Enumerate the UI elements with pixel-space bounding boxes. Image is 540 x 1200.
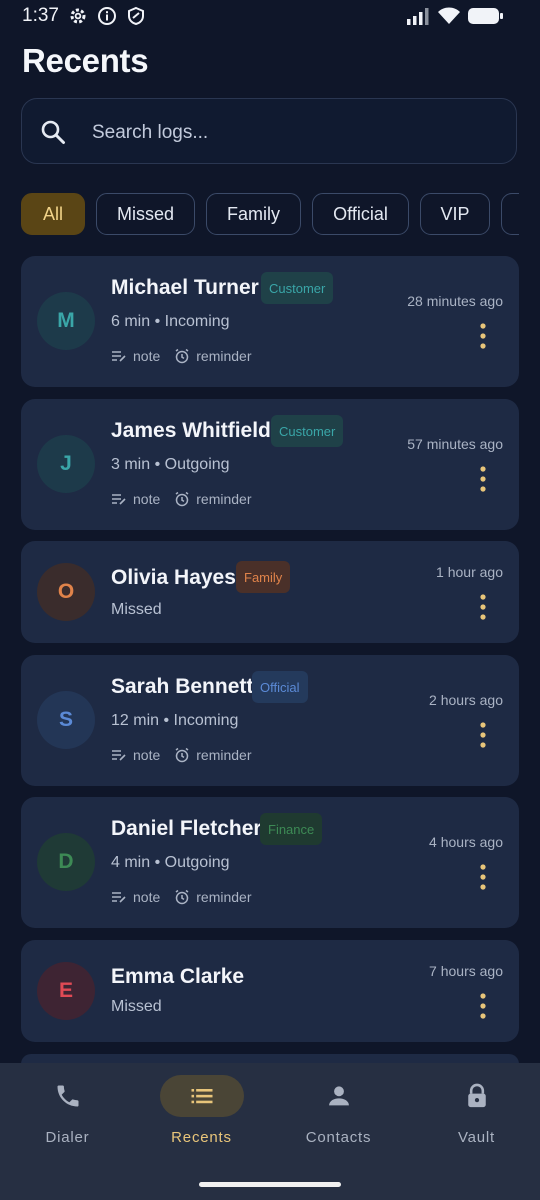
contact-name: Sarah Bennett — [111, 675, 254, 698]
shield-icon — [128, 6, 144, 26]
more-options-icon[interactable] — [473, 864, 493, 890]
contact-name: Olivia Hayes — [111, 566, 236, 589]
search-bar[interactable] — [21, 98, 517, 164]
nav-vault[interactable]: Vault — [409, 1063, 540, 1163]
nav-contacts[interactable]: Contacts — [271, 1063, 406, 1163]
filter-chip-family[interactable]: Family — [206, 193, 301, 235]
contact-name: Michael Turner — [111, 276, 259, 299]
filter-chip-missed[interactable]: Missed — [96, 193, 195, 235]
wifi-icon — [438, 7, 460, 24]
call-log-card[interactable]: D Daniel Fletcher Finance 4 min • Outgoi… — [21, 797, 519, 928]
nav-label: Contacts — [305, 1129, 372, 1146]
settings-icon — [70, 8, 86, 24]
call-detail: 3 min • Outgoing — [111, 456, 230, 473]
avatar: E — [37, 962, 95, 1020]
battery-icon — [468, 8, 503, 24]
nav-recents[interactable]: Recents — [134, 1063, 269, 1163]
filter-chip-official[interactable]: Official — [312, 193, 409, 235]
call-time: 7 hours ago — [429, 963, 503, 979]
more-options-icon[interactable] — [473, 594, 493, 620]
bottom-nav: Dialer Recents Contacts Vault — [0, 1063, 540, 1200]
call-detail: 4 min • Outgoing — [111, 854, 230, 871]
phone-icon — [57, 1085, 78, 1107]
avatar: S — [37, 691, 95, 749]
note-label[interactable]: note — [133, 348, 160, 364]
search-icon — [41, 120, 65, 144]
nav-label: Vault — [457, 1129, 496, 1146]
tag-badge: Customer — [271, 415, 344, 447]
home-indicator — [199, 1182, 341, 1187]
note-label[interactable]: note — [133, 747, 160, 763]
call-detail: Missed — [111, 601, 162, 618]
search-input[interactable] — [90, 117, 494, 149]
nav-dialer[interactable]: Dialer — [0, 1063, 135, 1163]
call-log-card[interactable]: M Michael Turner Customer 6 min • Incomi… — [21, 256, 519, 387]
alarm-icon — [175, 747, 189, 763]
avatar: O — [37, 563, 95, 621]
tag-badge: Official — [252, 671, 308, 703]
tag-badge: Family — [236, 561, 291, 593]
filter-chip-more[interactable] — [501, 193, 519, 235]
call-log-card[interactable]: S Sarah Bennett Official 12 min • Incomi… — [21, 655, 519, 786]
more-options-icon[interactable] — [473, 466, 493, 492]
note-icon — [112, 750, 126, 761]
call-detail: 12 min • Incoming — [111, 712, 239, 729]
call-log-card[interactable]: J James Whitfield Customer 3 min • Outgo… — [21, 399, 519, 530]
filter-chip-vip[interactable]: VIP — [420, 193, 490, 235]
call-log-card[interactable]: O Olivia Hayes Family Missed 1 hour ago — [21, 541, 519, 643]
more-options-icon[interactable] — [473, 993, 493, 1019]
alarm-icon — [175, 889, 189, 905]
tag-badge: Finance — [260, 813, 323, 845]
reminder-label[interactable]: reminder — [196, 889, 251, 905]
avatar: D — [37, 833, 95, 891]
person-icon — [328, 1086, 349, 1106]
contact-name: Emma Clarke — [111, 965, 245, 988]
page-title: Recents — [22, 42, 149, 79]
info-icon — [98, 7, 116, 25]
more-options-icon[interactable] — [473, 323, 493, 349]
contact-name: Daniel Fletcher — [111, 817, 262, 840]
call-time: 57 minutes ago — [407, 436, 503, 452]
lock-icon — [467, 1083, 486, 1108]
reminder-label[interactable]: reminder — [196, 747, 251, 763]
call-time: 28 minutes ago — [407, 293, 503, 309]
filter-chip-row: All Missed Family Official VIP — [21, 193, 519, 235]
reminder-label[interactable]: reminder — [196, 348, 251, 364]
call-time: 1 hour ago — [436, 564, 503, 580]
filter-chip-all[interactable]: All — [21, 193, 85, 235]
tag-badge: Customer — [261, 272, 334, 304]
note-icon — [112, 892, 126, 903]
call-time: 4 hours ago — [429, 834, 503, 850]
signal-icon — [407, 8, 429, 25]
note-label[interactable]: note — [133, 889, 160, 905]
note-icon — [112, 351, 126, 362]
note-icon — [112, 494, 126, 505]
alarm-icon — [175, 491, 189, 507]
list-icon — [191, 1089, 212, 1104]
avatar: M — [37, 292, 95, 350]
alarm-icon — [175, 348, 189, 364]
nav-label: Dialer — [45, 1129, 90, 1146]
call-log-card[interactable]: E Emma Clarke Missed 7 hours ago — [21, 940, 519, 1042]
call-detail: 6 min • Incoming — [111, 313, 230, 330]
call-time: 2 hours ago — [429, 692, 503, 708]
status-bar: 1:37 — [0, 0, 540, 34]
call-detail: Missed — [111, 998, 162, 1015]
note-label[interactable]: note — [133, 491, 160, 507]
avatar: J — [37, 435, 95, 493]
contact-name: James Whitfield — [111, 419, 271, 442]
status-time: 1:37 — [22, 5, 59, 26]
reminder-label[interactable]: reminder — [196, 491, 251, 507]
nav-label: Recents — [171, 1129, 232, 1146]
more-options-icon[interactable] — [473, 722, 493, 748]
